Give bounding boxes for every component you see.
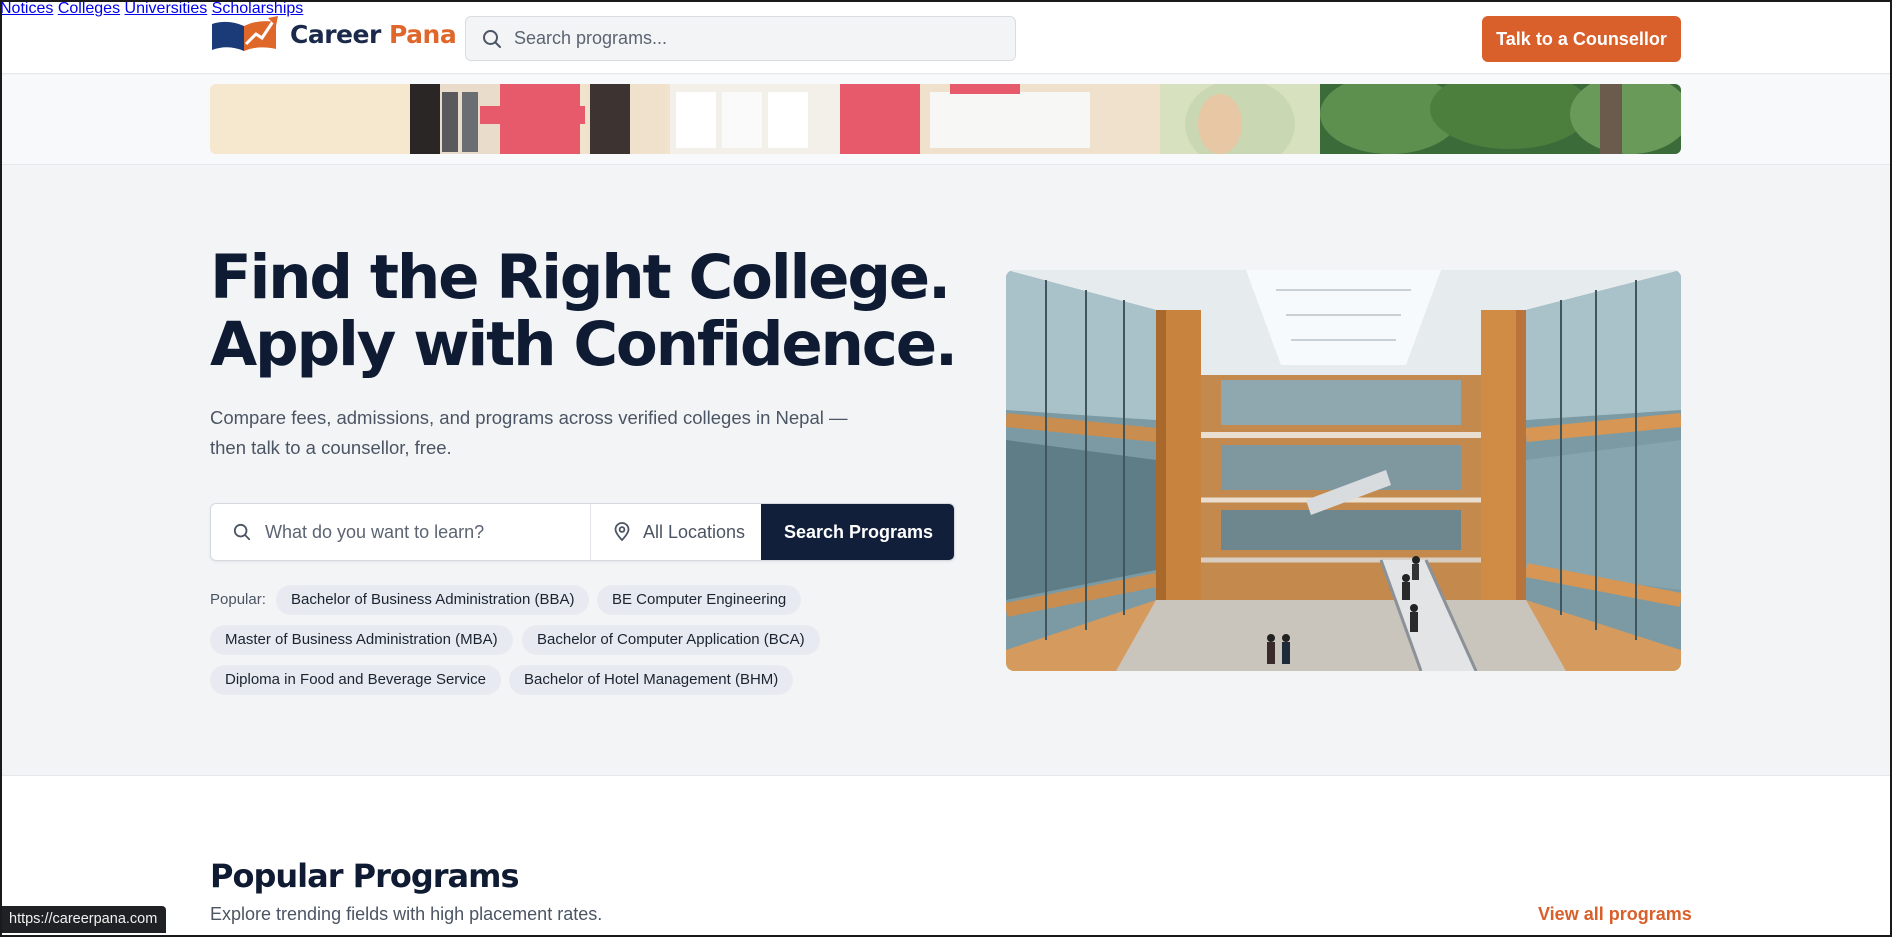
- site-header: Career Pana Notices Colleges Universitie…: [0, 0, 1892, 74]
- popular-chip-bhm[interactable]: Bachelor of Hotel Management (BHM): [509, 665, 794, 695]
- header-search: [465, 16, 1016, 61]
- campus-atrium-image: [1006, 270, 1681, 671]
- view-all-programs-link[interactable]: View all programs: [1538, 904, 1692, 925]
- status-bar-url: https://careerpana.com: [0, 906, 167, 933]
- popular-chip-mba[interactable]: Master of Business Administration (MBA): [210, 625, 513, 655]
- popular-programs-subtitle: Explore trending fields with high placem…: [210, 904, 603, 924]
- campus-banner-image: [210, 84, 1681, 154]
- popular-chip-bca[interactable]: Bachelor of Computer Application (BCA): [522, 625, 820, 655]
- banner-section: [0, 75, 1892, 165]
- header-search-input[interactable]: [514, 28, 974, 49]
- popular-chip-be-computer[interactable]: BE Computer Engineering: [597, 585, 802, 615]
- map-pin-icon: [614, 522, 630, 542]
- hero-title: Find the Right College. Apply with Confi…: [210, 244, 970, 378]
- popular-chip-food-beverage[interactable]: Diploma in Food and Beverage Service: [210, 665, 501, 695]
- brand-name-part2: Pana: [389, 19, 457, 49]
- hero-subtitle: Compare fees, admissions, and programs a…: [210, 407, 848, 458]
- nav-colleges[interactable]: Colleges: [58, 0, 120, 17]
- search-icon: [233, 523, 251, 541]
- popular-programs-title: Popular Programs: [210, 857, 519, 895]
- search-icon: [483, 29, 501, 48]
- hero-title-line2: Apply with Confidence.: [210, 309, 958, 380]
- program-search-input[interactable]: [265, 521, 585, 543]
- talk-to-counsellor-button[interactable]: Talk to a Counsellor: [1482, 16, 1681, 62]
- hero-title-line1: Find the Right College.: [210, 242, 951, 313]
- search-programs-button[interactable]: Search Programs: [761, 504, 954, 560]
- popular-label: Popular:: [210, 591, 266, 608]
- program-search-field: [211, 504, 591, 560]
- nav-universities[interactable]: Universities: [125, 0, 208, 17]
- location-select[interactable]: All Locations: [591, 504, 761, 560]
- location-select-label: All Locations: [643, 521, 746, 542]
- brand-logo[interactable]: Career Pana: [210, 14, 457, 54]
- brand-name: Career Pana: [290, 19, 457, 49]
- program-search-bar: All Locations Search Programs: [210, 503, 955, 561]
- book-logo-icon: [212, 16, 278, 51]
- popular-chip-bba[interactable]: Bachelor of Business Administration (BBA…: [276, 585, 590, 615]
- nav-notices[interactable]: Notices: [0, 0, 53, 17]
- brand-name-part1: Career: [290, 19, 381, 49]
